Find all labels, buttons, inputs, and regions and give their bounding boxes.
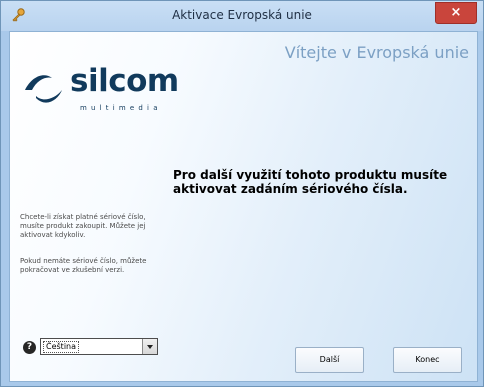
activation-message: Pro další využití tohoto produktu musíte…: [173, 168, 448, 196]
trial-info-text: Pokud nemáte sériové číslo, můžete pokra…: [20, 257, 147, 274]
purchase-info-text: Chcete-li získat platné sériové číslo, m…: [20, 213, 146, 239]
logo-wordmark: silcom: [70, 63, 179, 99]
window-title: Aktivace Evropská unie: [172, 8, 312, 22]
title-bar[interactable]: Aktivace Evropská unie ×: [1, 1, 483, 31]
content-panel: Vítejte v Evropská unie silcom multimedi…: [9, 31, 478, 382]
activation-window: Aktivace Evropská unie × Vítejte v Evrop…: [0, 0, 484, 387]
language-dropdown-button[interactable]: [142, 339, 157, 354]
silcom-logo: silcom multimedia: [22, 62, 179, 117]
language-selected-value: Čeština: [43, 341, 80, 353]
end-button[interactable]: Konec: [393, 347, 462, 373]
logo-subtitle: multimedia: [80, 104, 162, 112]
close-button[interactable]: ×: [435, 2, 477, 24]
next-button[interactable]: Další: [295, 347, 364, 373]
language-select[interactable]: Čeština: [40, 338, 158, 355]
help-icon[interactable]: ?: [23, 341, 36, 354]
silcom-swoosh-icon: [25, 75, 62, 103]
chevron-down-icon: [147, 345, 153, 349]
welcome-heading: Vítejte v Evropská unie: [284, 43, 469, 62]
